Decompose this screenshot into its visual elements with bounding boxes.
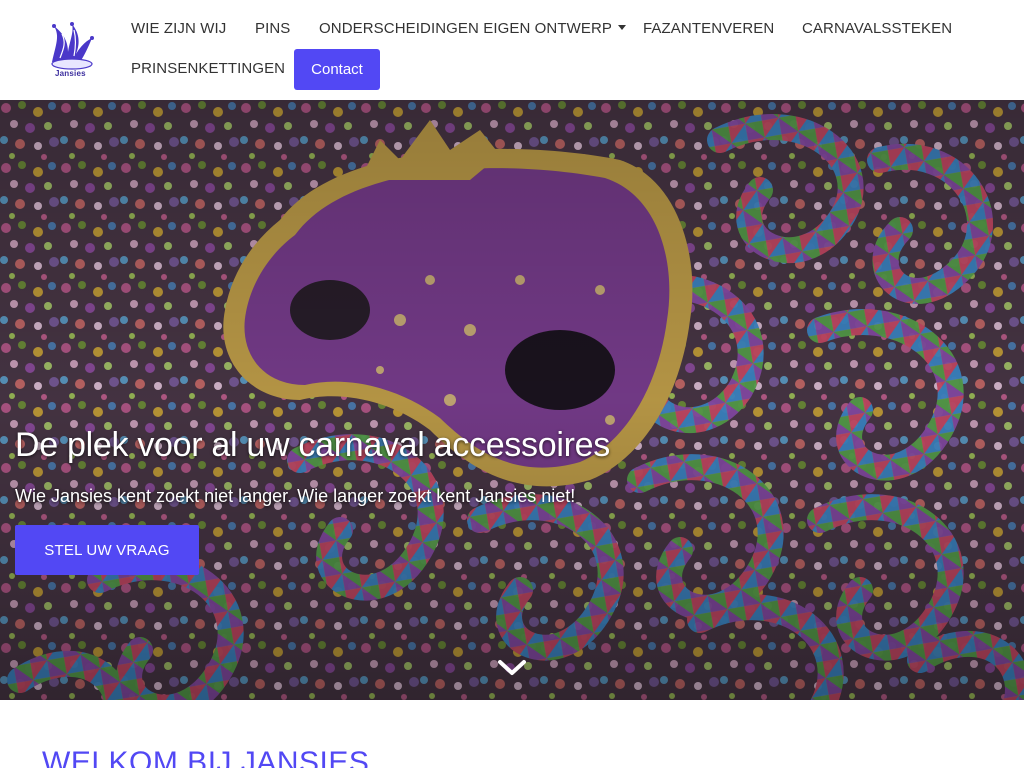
jansies-logo[interactable]: Jansies [46, 22, 96, 80]
site-header: Jansies WIE ZIJN WIJ PINS ONDERSCHEIDING… [0, 0, 1024, 100]
hero-subtitle: Wie Jansies kent zoekt niet langer. Wie … [15, 486, 576, 506]
nav-item-onderscheidingen-label: ONDERSCHEIDINGEN EIGEN ONTWERP [319, 20, 613, 37]
nav-item-onderscheidingen[interactable]: ONDERSCHEIDINGEN EIGEN ONTWERP [319, 20, 627, 38]
nav-item-wie-zijn-wij[interactable]: WIE ZIJN WIJ [131, 20, 226, 38]
hero-section: De plek voor al uw carnaval accessoires … [0, 100, 1024, 700]
logo-text: Jansies [55, 69, 86, 78]
welcome-heading: WELKOM BIJ JANSIES [42, 746, 370, 768]
hero-background-image [0, 100, 1024, 700]
nav-item-fazantenveren[interactable]: FAZANTENVEREN [643, 20, 774, 38]
nav-item-pins[interactable]: PINS [255, 20, 290, 38]
nav-item-carnavalssteken[interactable]: CARNAVALSSTEKEN [802, 20, 952, 38]
caret-down-icon [618, 24, 627, 30]
ask-question-button[interactable]: STEL UW VRAAG [15, 525, 199, 575]
contact-button[interactable]: Contact [294, 49, 380, 90]
hero-title: De plek voor al uw carnaval accessoires [15, 426, 610, 464]
nav-item-prinsenkettingen[interactable]: PRINSENKETTINGEN [131, 60, 285, 78]
chevron-down-icon[interactable] [497, 657, 527, 679]
